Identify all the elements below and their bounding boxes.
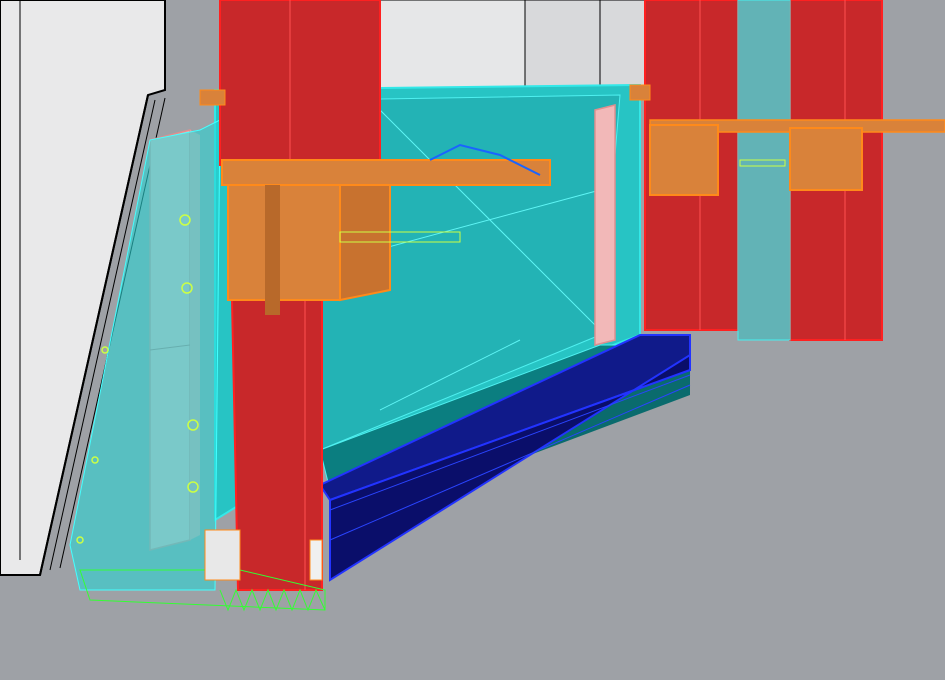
3d-viewport[interactable] (0, 0, 945, 680)
model-canvas[interactable] (0, 0, 945, 680)
upper-wall (379, 0, 661, 91)
pink-fin-right (594, 104, 616, 346)
